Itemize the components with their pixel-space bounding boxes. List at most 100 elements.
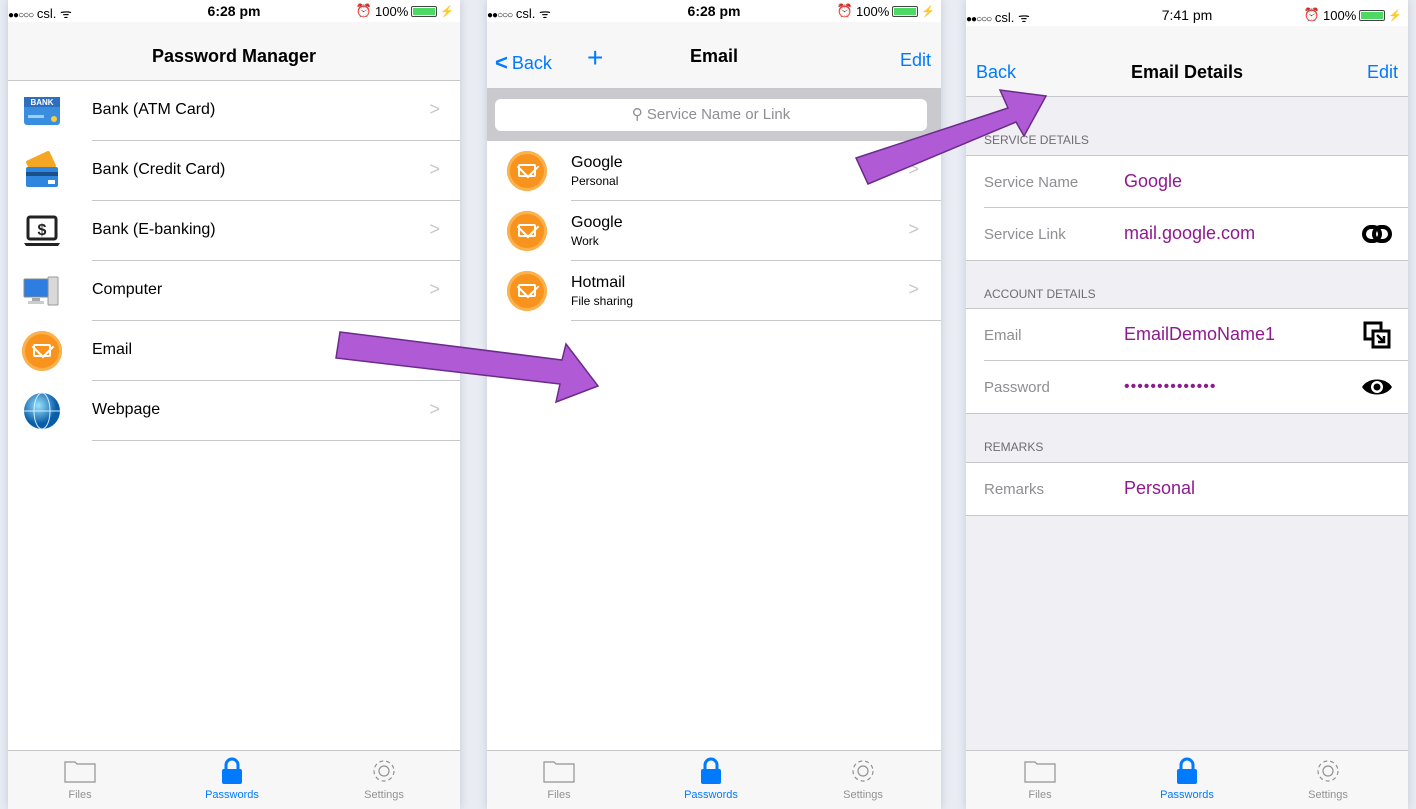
list-item-label: Webpage <box>92 401 161 418</box>
bank-card-icon: BANK <box>22 91 62 131</box>
service-link-value: mail.google.com <box>1124 223 1256 243</box>
laptop-dollar-icon: $ <box>22 211 62 251</box>
item-title: Google <box>571 154 623 171</box>
email-icon <box>22 331 62 371</box>
remarks-value: Personal <box>1124 478 1196 498</box>
field-label: Remarks <box>984 481 1045 498</box>
chevron-right-icon: > <box>429 219 440 239</box>
list-item-label: Bank (E-banking) <box>92 221 216 238</box>
list-item-bank-ebanking[interactable]: $ Bank (E-banking) > <box>8 201 460 261</box>
svg-text:BANK: BANK <box>30 98 53 107</box>
list-item-bank-atm[interactable]: BANK Bank (ATM Card) > <box>8 81 460 141</box>
tab-passwords-label: Passwords <box>205 789 259 801</box>
chevron-right-icon: > <box>429 159 440 179</box>
item-subtitle: Personal <box>571 174 619 188</box>
email-icon <box>507 271 547 311</box>
page-title: Email <box>689 46 739 66</box>
account-details-card: Email EmailDemoName1 Password ••••••••••… <box>966 308 1408 414</box>
tab-files[interactable]: Files <box>1000 757 1080 801</box>
tab-files-label: Files <box>1028 789 1052 801</box>
tab-passwords[interactable]: Passwords <box>192 757 272 801</box>
chevron-right-icon: > <box>908 279 919 299</box>
edit-button[interactable]: Edit <box>1367 62 1398 83</box>
tab-bar: Files Passwords Settings <box>8 750 460 809</box>
eye-icon[interactable] <box>1360 372 1394 402</box>
edit-button[interactable]: Edit <box>900 50 931 71</box>
folder-icon <box>40 757 120 785</box>
chevron-right-icon: > <box>429 99 440 119</box>
list-item-label: Bank (Credit Card) <box>92 161 226 178</box>
tab-settings[interactable]: Settings <box>1288 757 1368 801</box>
tab-passwords-label: Passwords <box>684 789 738 801</box>
tab-files[interactable]: Files <box>40 757 120 801</box>
lock-icon <box>192 757 272 785</box>
tab-bar: Files Passwords Settings <box>487 750 941 809</box>
remarks-card: Remarks Personal <box>966 462 1408 516</box>
tab-files-label: Files <box>547 789 571 801</box>
folder-icon <box>1000 757 1080 785</box>
list-item-label: Computer <box>92 281 163 298</box>
arrow-right-icon <box>335 331 600 404</box>
password-row[interactable]: Password •••••••••••••• <box>966 361 1408 413</box>
item-subtitle: File sharing <box>571 294 634 308</box>
battery-icon <box>411 5 438 17</box>
tab-passwords-label: Passwords <box>1160 789 1214 801</box>
computer-icon <box>22 271 62 311</box>
gear-icon <box>1288 757 1368 785</box>
section-header-remarks: REMARKS <box>984 440 1044 454</box>
arrow-up-right-icon <box>854 89 1048 185</box>
battery-status: ⏰ 100% ⚡ <box>355 3 454 19</box>
tab-settings[interactable]: Settings <box>344 757 424 801</box>
tab-settings-label: Settings <box>364 789 404 801</box>
list-item-label: Bank (ATM Card) <box>92 101 216 118</box>
email-row[interactable]: Email EmailDemoName1 <box>966 309 1408 361</box>
email-icon <box>507 211 547 251</box>
tab-settings-label: Settings <box>1308 789 1348 801</box>
tab-files[interactable]: Files <box>519 757 599 801</box>
list-item-label: Email <box>92 341 133 358</box>
battery-status: ⏰ 100% ⚡ <box>836 3 935 19</box>
gear-icon <box>823 757 903 785</box>
status-bar: ●●○○○ csl. ᯤ 6:28 pm ⏰ 100% ⚡ <box>487 0 941 22</box>
search-placeholder: Service Name or Link <box>646 106 791 123</box>
lock-icon <box>1147 757 1227 785</box>
page-title: Password Manager <box>151 46 317 66</box>
list-item-computer[interactable]: Computer > <box>8 261 460 321</box>
status-bar: ●●○○○ csl. ᯤ 7:41 pm ⏰ 100% ⚡ <box>966 0 1408 26</box>
password-value: •••••••••••••• <box>1124 378 1217 395</box>
list-item[interactable]: Hotmail File sharing > <box>487 261 941 321</box>
field-label: Service Link <box>984 226 1066 243</box>
tab-bar: Files Passwords Settings <box>966 750 1408 809</box>
copy-icon[interactable] <box>1362 320 1392 350</box>
battery-icon <box>892 5 919 17</box>
chevron-right-icon: > <box>429 279 440 299</box>
email-value: EmailDemoName1 <box>1124 324 1276 344</box>
battery-status: ⏰ 100% ⚡ <box>1303 7 1402 23</box>
list-item[interactable]: Google Work > <box>487 201 941 261</box>
lock-icon <box>671 757 751 785</box>
folder-icon <box>519 757 599 785</box>
nav-bar: Password Manager <box>8 22 460 81</box>
chevron-right-icon: > <box>908 219 919 239</box>
tab-passwords[interactable]: Passwords <box>671 757 751 801</box>
field-label: Password <box>984 379 1050 396</box>
tab-settings-label: Settings <box>843 789 883 801</box>
search-icon: ⚲ <box>631 106 643 123</box>
tab-settings[interactable]: Settings <box>823 757 903 801</box>
list-item-bank-credit[interactable]: Bank (Credit Card) > <box>8 141 460 201</box>
tab-files-label: Files <box>68 789 92 801</box>
remarks-row[interactable]: Remarks Personal <box>966 463 1408 515</box>
service-link-row[interactable]: Service Link mail.google.com <box>966 208 1408 260</box>
item-title: Google <box>571 214 623 231</box>
item-subtitle: Work <box>571 234 599 248</box>
gear-icon <box>344 757 424 785</box>
battery-icon <box>1359 9 1386 21</box>
service-name-value: Google <box>1124 171 1183 191</box>
section-header-account: ACCOUNT DETAILS <box>984 287 1096 301</box>
email-icon <box>507 151 547 191</box>
tab-passwords[interactable]: Passwords <box>1147 757 1227 801</box>
svg-text:$: $ <box>38 222 47 239</box>
link-icon[interactable] <box>1362 219 1392 249</box>
item-title: Hotmail <box>571 274 626 291</box>
globe-icon <box>22 391 62 431</box>
